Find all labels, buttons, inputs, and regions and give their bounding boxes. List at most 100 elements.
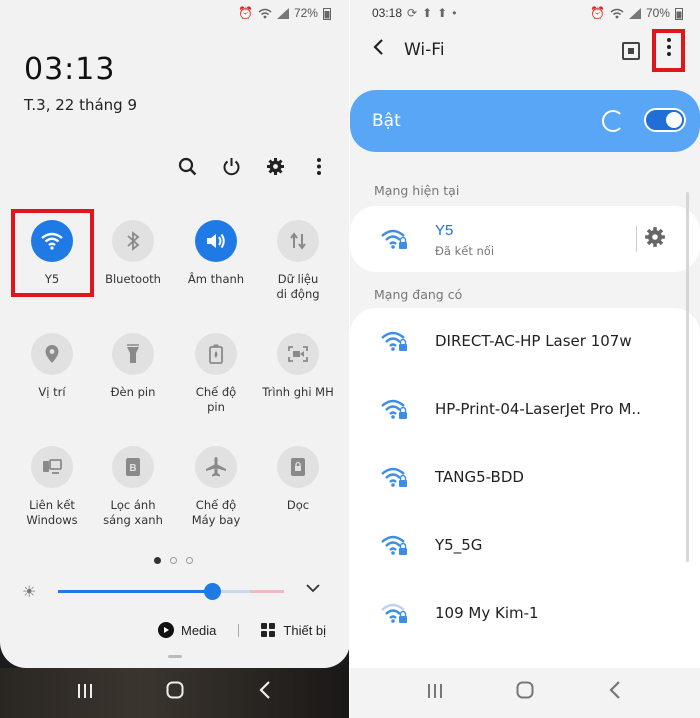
wifi-locked-icon — [381, 399, 407, 419]
sync-icon: ⟳ — [407, 6, 418, 20]
network-item[interactable]: 109 My Kim-1 — [350, 580, 700, 648]
recent-apps-button[interactable] — [415, 682, 455, 705]
expand-button[interactable] — [306, 580, 320, 596]
current-network-status: Đã kết nối — [435, 244, 495, 258]
upload-icon: ⬆ — [422, 6, 433, 20]
link-windows-icon — [43, 459, 62, 474]
navigation-bar — [0, 668, 350, 718]
page-dot — [170, 557, 177, 564]
bluetooth-icon — [127, 231, 140, 251]
navigation-bar — [350, 668, 700, 718]
sound-toggle[interactable] — [195, 220, 237, 262]
network-settings-button[interactable] — [644, 226, 666, 254]
screen-recorder-toggle[interactable] — [277, 333, 319, 375]
home-icon — [166, 681, 184, 699]
brightness-slider-thumb[interactable] — [204, 583, 221, 600]
tile-label: Liên kết Windows — [26, 498, 78, 527]
back-button[interactable] — [595, 681, 635, 705]
home-button[interactable] — [155, 681, 195, 705]
tile-label: Trình ghi MH — [262, 385, 334, 399]
search-button[interactable] — [176, 152, 198, 180]
battery-percent: 70% — [645, 6, 670, 20]
tile-label: Chế độ pin — [195, 385, 237, 414]
tile-label: Dữ liệu di động — [276, 272, 320, 301]
wifi-locked-icon — [381, 331, 407, 351]
tile-portrait[interactable]: Dọc — [257, 446, 339, 513]
status-bar-left: 03:18 ⟳ ⬆ ⬆ • — [372, 4, 456, 22]
back-button[interactable] — [245, 681, 285, 705]
gear-icon — [266, 157, 284, 175]
recent-apps-icon — [78, 683, 92, 698]
tile-power-mode[interactable]: Chế độ pin — [175, 333, 257, 415]
tile-link-windows[interactable]: Liên kết Windows — [11, 446, 93, 528]
blue-light-filter-icon: B — [126, 458, 140, 476]
more-options-button[interactable] — [308, 152, 330, 180]
power-button[interactable] — [220, 152, 242, 180]
tile-blue-light-filter[interactable]: B Lọc ánh sáng xanh — [92, 446, 174, 528]
recent-apps-button[interactable] — [65, 682, 105, 705]
quick-panel: ⏰ 72% 03:13 T.3, 22 tháng 9 Y5 Bluetooth… — [0, 0, 350, 668]
dot-icon: • — [452, 6, 457, 20]
power-icon — [223, 157, 239, 175]
toggle-label: Bật — [372, 111, 401, 131]
wifi-master-toggle-card[interactable]: Bật — [350, 90, 700, 152]
data-transfer-icon — [290, 232, 306, 250]
current-network-card[interactable]: Y5 Đã kết nối — [350, 206, 700, 272]
network-name: DIRECT-AC-HP Laser 107w — [435, 332, 632, 350]
section-header-current: Mạng hiện tại — [374, 183, 460, 198]
home-button[interactable] — [505, 681, 545, 705]
network-item[interactable]: HP-Print-04-LaserJet Pro M.. — [350, 376, 700, 444]
tile-sound[interactable]: Âm thanh — [175, 220, 257, 287]
page-indicator — [154, 557, 193, 564]
wifi-locked-icon — [381, 229, 407, 249]
scrollbar[interactable] — [686, 192, 689, 562]
back-arrow-icon — [373, 39, 383, 55]
current-network-name: Y5 — [435, 222, 454, 239]
media-play-icon — [158, 622, 174, 638]
tile-mobile-data[interactable]: Dữ liệu di động — [257, 220, 339, 302]
portrait-lock-icon — [291, 458, 305, 476]
gear-icon — [645, 227, 665, 247]
location-toggle[interactable] — [31, 333, 73, 375]
location-pin-icon — [45, 345, 59, 363]
brightness-fill — [58, 590, 212, 593]
network-name: 109 My Kim-1 — [435, 604, 539, 622]
upload-icon: ⬆ — [437, 6, 448, 20]
status-bar-right: ⏰ 70% — [590, 4, 683, 22]
network-item[interactable]: TANG5-BDD — [350, 444, 700, 512]
bluetooth-toggle[interactable] — [112, 220, 154, 262]
tile-flashlight[interactable]: Đèn pin — [92, 333, 174, 400]
app-bar: Wi-Fi — [350, 36, 700, 66]
network-item[interactable]: DIRECT-AC-HP Laser 107w — [350, 308, 700, 376]
wifi-switch[interactable] — [644, 108, 686, 132]
power-mode-toggle[interactable] — [195, 333, 237, 375]
tile-location[interactable]: Vị trí — [11, 333, 93, 400]
airplane-mode-toggle[interactable] — [195, 446, 237, 488]
network-item[interactable]: Y5_5G — [350, 512, 700, 580]
brightness-icon: ☀ — [22, 584, 37, 601]
tile-screen-recorder[interactable]: Trình ghi MH — [257, 333, 339, 400]
flashlight-toggle[interactable] — [112, 333, 154, 375]
mobile-data-toggle[interactable] — [277, 220, 319, 262]
signal-icon — [276, 7, 289, 19]
tile-bluetooth[interactable]: Bluetooth — [92, 220, 174, 287]
qr-code-button[interactable] — [622, 42, 640, 60]
blue-light-filter-toggle[interactable]: B — [112, 446, 154, 488]
link-windows-toggle[interactable] — [31, 446, 73, 488]
back-button[interactable] — [372, 38, 384, 62]
battery-mode-icon — [209, 344, 223, 364]
devices-button[interactable]: Thiết bị — [283, 623, 326, 638]
portrait-toggle[interactable] — [277, 446, 319, 488]
clock: 03:13 — [24, 52, 116, 87]
back-icon — [259, 681, 270, 699]
battery-icon — [322, 7, 331, 20]
tile-label: Âm thanh — [187, 272, 245, 286]
page-dot — [186, 557, 193, 564]
separator — [636, 226, 637, 252]
settings-button[interactable] — [264, 152, 286, 180]
date: T.3, 22 tháng 9 — [24, 96, 138, 114]
media-button[interactable]: Media — [181, 623, 216, 638]
wifi-locked-icon — [381, 467, 407, 487]
panel-handle[interactable] — [168, 655, 182, 658]
tile-airplane-mode[interactable]: Chế độ Máy bay — [175, 446, 257, 528]
